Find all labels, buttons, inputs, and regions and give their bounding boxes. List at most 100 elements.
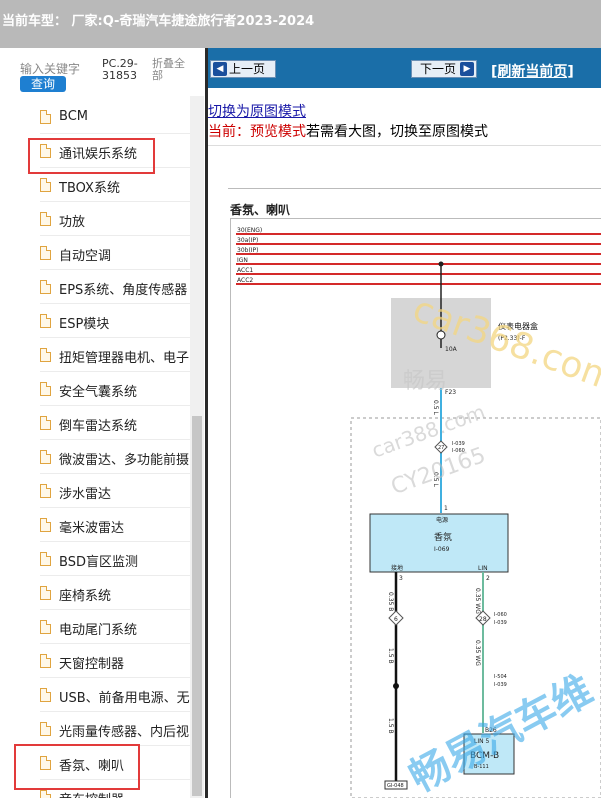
tree-item[interactable]: 微波雷达、多功能前摄 [40, 440, 190, 474]
tree-item-label: BCM [59, 109, 88, 124]
model-code: PC.29-31853 [102, 57, 138, 82]
rail-label: 30a(IP) [237, 237, 258, 244]
document-icon [40, 280, 51, 294]
connector-label: 27 [438, 445, 444, 451]
tree-item-label: 倒车雷达系统 [59, 419, 138, 434]
tree-item[interactable]: BSD盲区监测 [40, 542, 190, 576]
document-icon [40, 552, 51, 566]
document-icon [40, 790, 51, 798]
tree-item-label: 音东控制器 [59, 789, 124, 798]
document-icon [40, 688, 51, 702]
tree-item[interactable]: ESP模块 [40, 304, 190, 338]
mode-hint: 当前：预览模式若需看大图，切换至原图模式 [208, 121, 488, 141]
document-icon [40, 654, 51, 668]
document-icon [40, 212, 51, 226]
document-icon [40, 382, 51, 396]
collapse-all-link[interactable]: 折叠全部 [152, 58, 190, 82]
vehicle-title: 当前车型： 厂家:Q-奇瑞汽车捷途旅行者2023-2024 [2, 14, 315, 29]
document-icon [40, 518, 51, 532]
switch-original-mode-link[interactable]: 切换为原图模式 [208, 101, 306, 121]
search-row: 输入关键字 查询 PC.29-31853 折叠全部 [0, 48, 206, 100]
separator [208, 145, 601, 146]
diagram-left-border [230, 218, 231, 798]
tree-item-label: 功放 [59, 215, 86, 230]
connector-tag: I-039 [452, 441, 465, 447]
tree-item-label: USB、前备用电源、无 [59, 691, 190, 706]
splice-label: 28 [479, 616, 487, 623]
document-icon [40, 314, 51, 328]
tree-item[interactable]: 涉水雷达 [40, 474, 190, 508]
pin-label: 3 [399, 575, 403, 582]
document-icon [40, 416, 51, 430]
module-power-label: 电源 [436, 516, 448, 524]
connector-tag: I-060 [494, 612, 507, 618]
document-tree: BCM 通讯娱乐系统 TBOX系统 功放 自动空调 EPS系统、角度传感器 ES… [0, 100, 190, 798]
wire-label: 0.35 B [387, 592, 394, 611]
refresh-page-link[interactable]: [刷新当前页] [491, 61, 574, 81]
splice-label: 6 [394, 616, 398, 623]
power-rails: 30(ENG) 30a(IP) 30b(IP) IGN ACC1 ACC2 [236, 227, 601, 285]
rail-label: ACC2 [237, 277, 253, 284]
document-icon [40, 484, 51, 498]
wiring-diagram: 香氛、喇叭 30(ENG) 30a(IP) 30b(IP) IGN ACC1 A… [208, 188, 601, 801]
tree-item-label: 自动空调 [59, 249, 112, 264]
tree-item[interactable]: USB、前备用电源、无 [40, 678, 190, 712]
rail-label: IGN [237, 257, 248, 264]
module-lin-label: LIN [478, 565, 488, 572]
connector-tag: I-039 [494, 682, 507, 688]
tree-item[interactable]: 毫米波雷达 [40, 508, 190, 542]
top-bar: 当前车型： 厂家:Q-奇瑞汽车捷途旅行者2023-2024 [0, 0, 601, 48]
diagram-title-border [230, 218, 601, 219]
tree-item-label: TBOX系统 [59, 181, 120, 196]
tree-item[interactable]: 自动空调 [40, 236, 190, 270]
diagram-top-border [228, 188, 601, 189]
tree-item-label: 毫米波雷达 [59, 521, 125, 536]
ground-code: GI-048 [387, 783, 404, 789]
document-icon [40, 586, 51, 600]
document-icon [40, 722, 51, 736]
prev-page-button[interactable]: ◀ 上一页 [210, 60, 276, 78]
tree-item-label: 涉水雷达 [59, 487, 112, 502]
watermark-text: 畅易 [403, 369, 447, 394]
tree-item-label: 安全气囊系统 [59, 385, 138, 400]
tree-item[interactable]: 电动尾门系统 [40, 610, 190, 644]
wire-label: 0.35 WG [474, 588, 481, 614]
query-button[interactable]: 查询 [20, 76, 66, 92]
scrollbar-thumb[interactable] [192, 416, 202, 796]
ground-junction [393, 683, 399, 689]
tree-item[interactable]: 光雨量传感器、内后视 [40, 712, 190, 746]
arrow-left-icon: ◀ [213, 62, 227, 76]
tree-item[interactable]: 功放 [40, 202, 190, 236]
keyword-label: 输入关键字 [20, 62, 81, 76]
module-name: 香氛 [434, 531, 452, 543]
document-icon [40, 246, 51, 260]
pin-label: 1 [444, 505, 448, 512]
tree-item[interactable]: BCM [40, 100, 190, 134]
tree-item[interactable]: 扭矩管理器电机、电子 [40, 338, 190, 372]
mode-hint-current: 当前：预览模式 [208, 124, 306, 140]
tree-item-label: BSD盲区监测 [59, 555, 138, 570]
document-icon [40, 178, 51, 192]
wire-label: 0.5 L [432, 400, 439, 415]
tree-item-label: 天窗控制器 [59, 657, 125, 672]
tree-item-label: 扭矩管理器电机、电子 [59, 351, 190, 366]
document-icon [40, 620, 51, 634]
connector-tag: I-504 [494, 674, 507, 680]
tree-item[interactable]: 安全气囊系统 [40, 372, 190, 406]
document-icon [40, 110, 51, 124]
tree-item-label: 座椅系统 [59, 589, 112, 604]
tree-scrollbar[interactable] [190, 96, 204, 798]
prev-page-label: 上一页 [229, 62, 266, 76]
page-navbar: ◀ 上一页 下一页 ▶ [刷新当前页] [208, 48, 601, 88]
tree-item[interactable]: 天窗控制器 [40, 644, 190, 678]
document-icon [40, 348, 51, 362]
highlight-box [28, 138, 155, 174]
tree-item[interactable]: 倒车雷达系统 [40, 406, 190, 440]
wire-label: 0.35 WG [474, 640, 481, 666]
module-code: I-069 [434, 546, 450, 553]
rail-label: 30b(IP) [237, 247, 259, 254]
tree-item[interactable]: EPS系统、角度传感器 [40, 270, 190, 304]
next-page-button[interactable]: 下一页 ▶ [411, 60, 477, 78]
tree-item[interactable]: 座椅系统 [40, 576, 190, 610]
rail-label: 30(ENG) [237, 227, 262, 234]
